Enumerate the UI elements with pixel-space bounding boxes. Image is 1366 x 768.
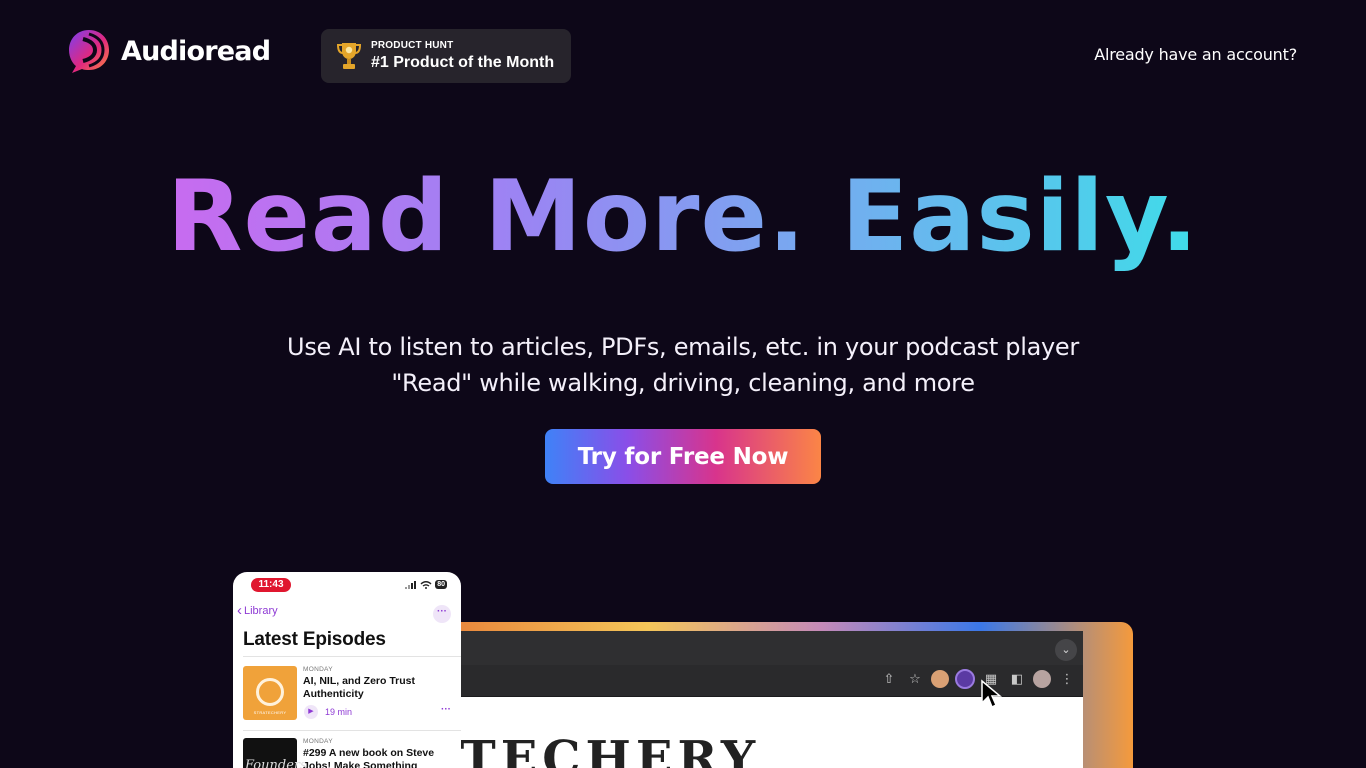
browser-window: ⌄ ⇧ ☆ ▦ ◧ ⋮ TECHERY xyxy=(460,631,1083,768)
browser-tabbar: ⌄ xyxy=(460,631,1083,665)
hero-subtitle-line1: Use AI to listen to articles, PDFs, emai… xyxy=(287,333,1079,361)
episodes-list-title: Latest Episodes xyxy=(243,629,386,650)
hero-title-text: Read More. Easily. xyxy=(166,160,1200,274)
try-for-free-button[interactable]: Try for Free Now xyxy=(545,429,821,484)
divider xyxy=(243,730,461,731)
divider xyxy=(243,656,461,657)
episode-day: MONDAY xyxy=(303,666,333,673)
product-hunt-badge[interactable]: PRODUCT HUNT #1 Product of the Month xyxy=(321,29,571,83)
login-link[interactable]: Already have an account? xyxy=(1094,45,1297,64)
signal-icon xyxy=(405,580,417,589)
hero-subtitle-line2: "Read" while walking, driving, cleaning,… xyxy=(391,369,975,397)
episode-artwork: Founders xyxy=(243,738,307,768)
phone-screenshot: 11:43 80 ‹ Library ··· Latest Episodes S… xyxy=(233,572,461,768)
tab-search-chevron-icon: ⌄ xyxy=(1055,639,1077,661)
badge-kicker: PRODUCT HUNT xyxy=(371,39,454,51)
profile-icon xyxy=(1033,670,1051,688)
browser-screenshot: ⌄ ⇧ ☆ ▦ ◧ ⋮ TECHERY xyxy=(440,622,1133,768)
logo-link[interactable]: Audioread xyxy=(67,28,271,74)
kebab-menu-icon: ⋮ xyxy=(1060,671,1074,686)
toolbar-icons: ⇧ ☆ ▦ ◧ ⋮ xyxy=(879,669,1077,689)
episode-artwork: STRATECHERY xyxy=(243,666,297,720)
star-icon: ☆ xyxy=(909,671,921,686)
back-to-library-link[interactable]: ‹ Library xyxy=(237,602,278,619)
episode-more-icon[interactable]: ··· xyxy=(441,704,451,715)
chevron-left-icon: ‹ xyxy=(237,602,242,619)
phone-status-bar: 11:43 80 xyxy=(233,578,461,592)
episode-art-label: STRATECHERY xyxy=(253,710,287,715)
stratechery-logo-icon xyxy=(256,678,284,706)
episode-title: #299 A new book on Steve Jobs! Make Some… xyxy=(303,747,435,768)
audioread-logo-icon xyxy=(69,30,109,73)
more-options-icon[interactable]: ··· xyxy=(433,605,451,623)
status-time: 11:43 xyxy=(251,578,291,592)
badge-title: #1 Product of the Month xyxy=(371,53,555,71)
episode-art-label: Founders xyxy=(245,758,307,768)
sidebar-icon: ◧ xyxy=(1010,671,1024,686)
battery-level: 80 xyxy=(435,580,447,589)
mouse-cursor-icon xyxy=(981,679,1002,709)
play-icon[interactable]: ▶ xyxy=(304,705,318,719)
episode-day: MONDAY xyxy=(303,738,333,745)
share-icon: ⇧ xyxy=(883,671,895,686)
hero-title: Read More. Easily. xyxy=(0,158,1366,276)
status-icons: 80 xyxy=(405,580,447,589)
logo-text: Audioread xyxy=(121,35,271,67)
landing-page: Audioread PRODUCT HUNT #1 Product of the… xyxy=(0,0,1366,768)
wifi-icon xyxy=(420,580,432,589)
episode-title: AI, NIL, and Zero Trust Authenticity xyxy=(303,675,416,700)
back-label: Library xyxy=(244,605,278,617)
browser-page-heading: TECHERY xyxy=(460,731,761,768)
avatar-icon xyxy=(931,670,949,688)
badge-text: PRODUCT HUNT #1 Product of the Month xyxy=(371,40,554,73)
audioread-extension-icon xyxy=(955,669,975,689)
trophy-icon xyxy=(337,43,361,69)
episode-duration: 19 min xyxy=(325,707,353,717)
